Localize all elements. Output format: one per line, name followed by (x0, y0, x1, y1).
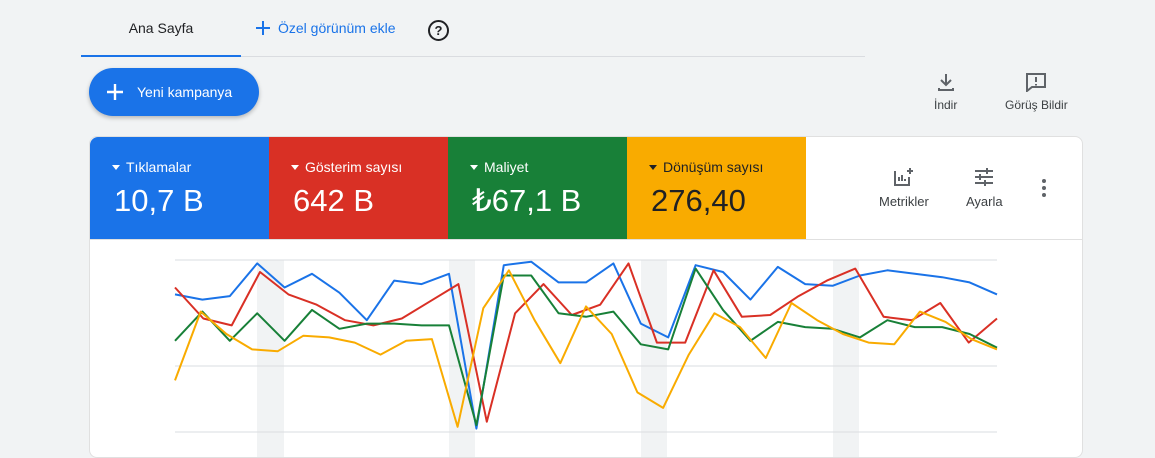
plus-icon (256, 21, 270, 35)
metrics-label: Metrikler (879, 194, 929, 209)
adjust-label: Ayarla (966, 194, 1003, 209)
weekend-band (257, 260, 284, 457)
performance-card: Tıklamalar 10,7 B Gösterim sayısı 642 B … (89, 136, 1083, 458)
metric-name: Tıklamalar (126, 159, 192, 175)
more-options-icon[interactable] (1042, 179, 1048, 200)
feedback-button[interactable]: Görüş Bildir (1005, 72, 1068, 112)
metric-name: Maliyet (484, 159, 529, 175)
adjust-button[interactable]: Ayarla (966, 167, 1003, 209)
metric-value: 276,40 (651, 183, 746, 218)
feedback-label: Görüş Bildir (1005, 98, 1068, 112)
series-line-2 (174, 267, 998, 427)
add-custom-view-button[interactable]: Özel görünüm ekle (256, 18, 396, 38)
active-tab-indicator (81, 55, 241, 57)
series-line-0 (174, 260, 998, 430)
metric-name: Dönüşüm sayısı (663, 159, 764, 175)
tab-home[interactable]: Ana Sayfa (81, 0, 241, 56)
dropdown-caret-icon (291, 164, 299, 170)
metric-tile-conversions[interactable]: Dönüşüm sayısı 276,40 (627, 137, 806, 239)
help-icon[interactable]: ? (428, 20, 449, 41)
new-campaign-button[interactable]: Yeni kampanya (89, 68, 259, 116)
dropdown-caret-icon (470, 164, 478, 170)
metric-tile-impressions[interactable]: Gösterim sayısı 642 B (269, 137, 448, 239)
new-campaign-label: Yeni kampanya (137, 84, 233, 100)
download-button[interactable]: İndir (934, 72, 957, 112)
performance-chart (174, 259, 998, 457)
plus-icon (107, 84, 123, 100)
tab-home-label: Ana Sayfa (128, 20, 194, 36)
metric-value: 10,7 B (114, 183, 204, 218)
download-label: İndir (934, 98, 958, 112)
metric-value: 642 B (293, 183, 375, 218)
add-custom-view-label: Özel görünüm ekle (278, 20, 396, 36)
download-icon (937, 74, 954, 91)
metrics-button[interactable]: Metrikler (879, 167, 929, 209)
add-chart-icon (893, 168, 913, 186)
metric-tile-cost[interactable]: Maliyet ₺67,1 B (448, 137, 627, 239)
dropdown-caret-icon (649, 164, 657, 170)
tab-bar: Ana Sayfa Özel görünüm ekle ? (81, 0, 865, 57)
tune-icon (975, 168, 994, 186)
series-line-3 (174, 269, 998, 428)
dropdown-caret-icon (112, 164, 120, 170)
weekend-band (449, 260, 475, 457)
weekend-band (833, 260, 859, 457)
metric-tile-clicks[interactable]: Tıklamalar 10,7 B (90, 137, 269, 239)
weekend-band (641, 260, 667, 457)
metric-value: ₺67,1 B (472, 183, 582, 218)
metric-name: Gösterim sayısı (305, 159, 403, 175)
feedback-icon (1026, 73, 1047, 92)
